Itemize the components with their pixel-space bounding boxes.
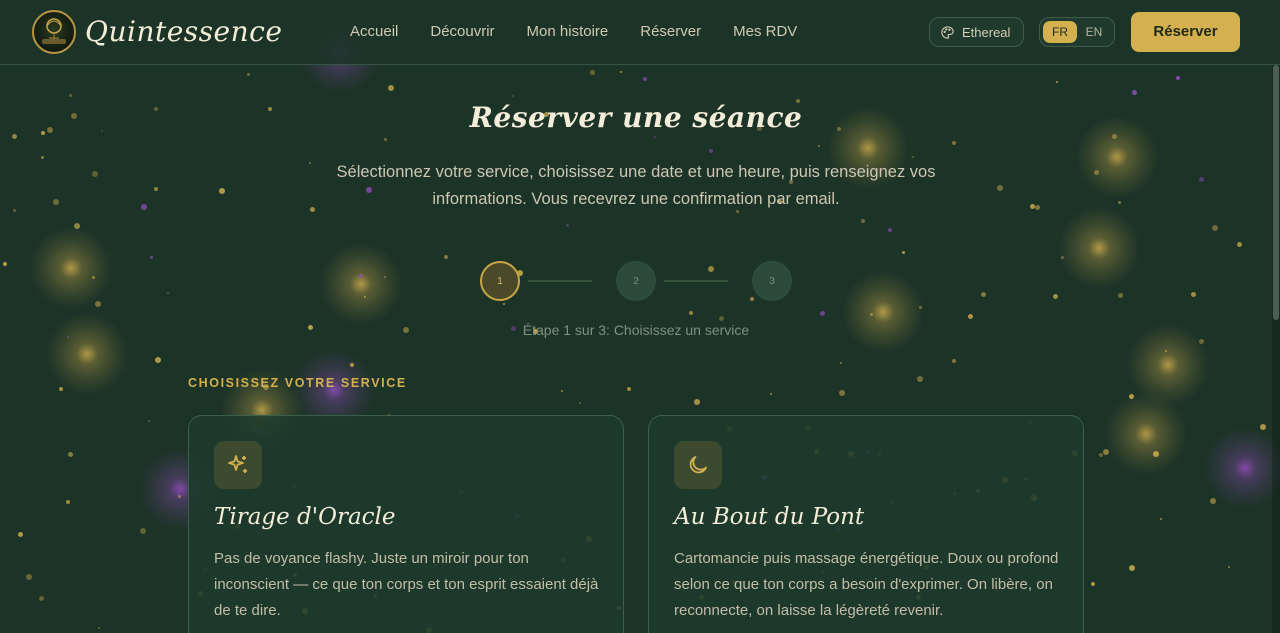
- service-card-au-bout-du-pont[interactable]: Au Bout du Pont Cartomancie puis massage…: [648, 415, 1084, 633]
- step-3: 3: [752, 261, 792, 301]
- theme-label: Ethereal: [962, 24, 1011, 40]
- step-1: 1: [480, 261, 520, 301]
- main-nav: Accueil Découvrir Mon histoire Réserver …: [350, 22, 829, 42]
- scrollbar-thumb[interactable]: [1273, 65, 1279, 320]
- nav-item-decouvrir[interactable]: Découvrir: [430, 22, 494, 42]
- step-2: 2: [616, 261, 656, 301]
- step-caption: Étape 1 sur 3: Choisissez un service: [522, 322, 750, 338]
- logo-emblem-icon: [32, 10, 76, 54]
- step-connector: [528, 280, 592, 282]
- nav-item-mes-rdv[interactable]: Mes RDV: [733, 22, 797, 42]
- lang-option-en[interactable]: EN: [1077, 21, 1111, 43]
- language-toggle: FR EN: [1039, 17, 1115, 47]
- nav-item-mon-histoire[interactable]: Mon histoire: [527, 22, 609, 42]
- services-section-label: CHOISISSEZ VOTRE SERVICE: [188, 376, 407, 390]
- page-subtitle: Sélectionnez votre service, choisissez u…: [336, 163, 936, 208]
- palette-icon: [941, 25, 954, 39]
- header-reserve-button[interactable]: Réserver: [1131, 12, 1240, 52]
- step-connector: [664, 280, 728, 282]
- page-title: Réserver une séance: [469, 101, 803, 134]
- service-description: Cartomancie puis massage énergétique. Do…: [674, 550, 1059, 619]
- nav-item-accueil[interactable]: Accueil: [350, 22, 398, 42]
- page-scrollbar[interactable]: [1272, 65, 1280, 633]
- sparkles-icon: [214, 441, 262, 489]
- brand-logo[interactable]: Quintessence: [32, 10, 282, 54]
- booking-page: Réserver une séance Sélectionnez votre s…: [0, 65, 1280, 633]
- service-description: Pas de voyance flashy. Juste un miroir p…: [214, 550, 599, 619]
- booking-stepper: 1 2 3: [480, 261, 792, 301]
- service-title: Au Bout du Pont: [674, 504, 865, 530]
- service-title: Tirage d'Oracle: [214, 504, 396, 530]
- nav-item-reserver[interactable]: Réserver: [640, 22, 701, 42]
- theme-switcher-button[interactable]: Ethereal: [929, 17, 1024, 47]
- site-header: Quintessence Accueil Découvrir Mon histo…: [0, 0, 1280, 65]
- lang-option-fr[interactable]: FR: [1043, 21, 1077, 43]
- brand-name: Quintessence: [85, 15, 283, 48]
- moon-icon: [674, 441, 722, 489]
- service-card-tirage-oracle[interactable]: Tirage d'Oracle Pas de voyance flashy. J…: [188, 415, 624, 633]
